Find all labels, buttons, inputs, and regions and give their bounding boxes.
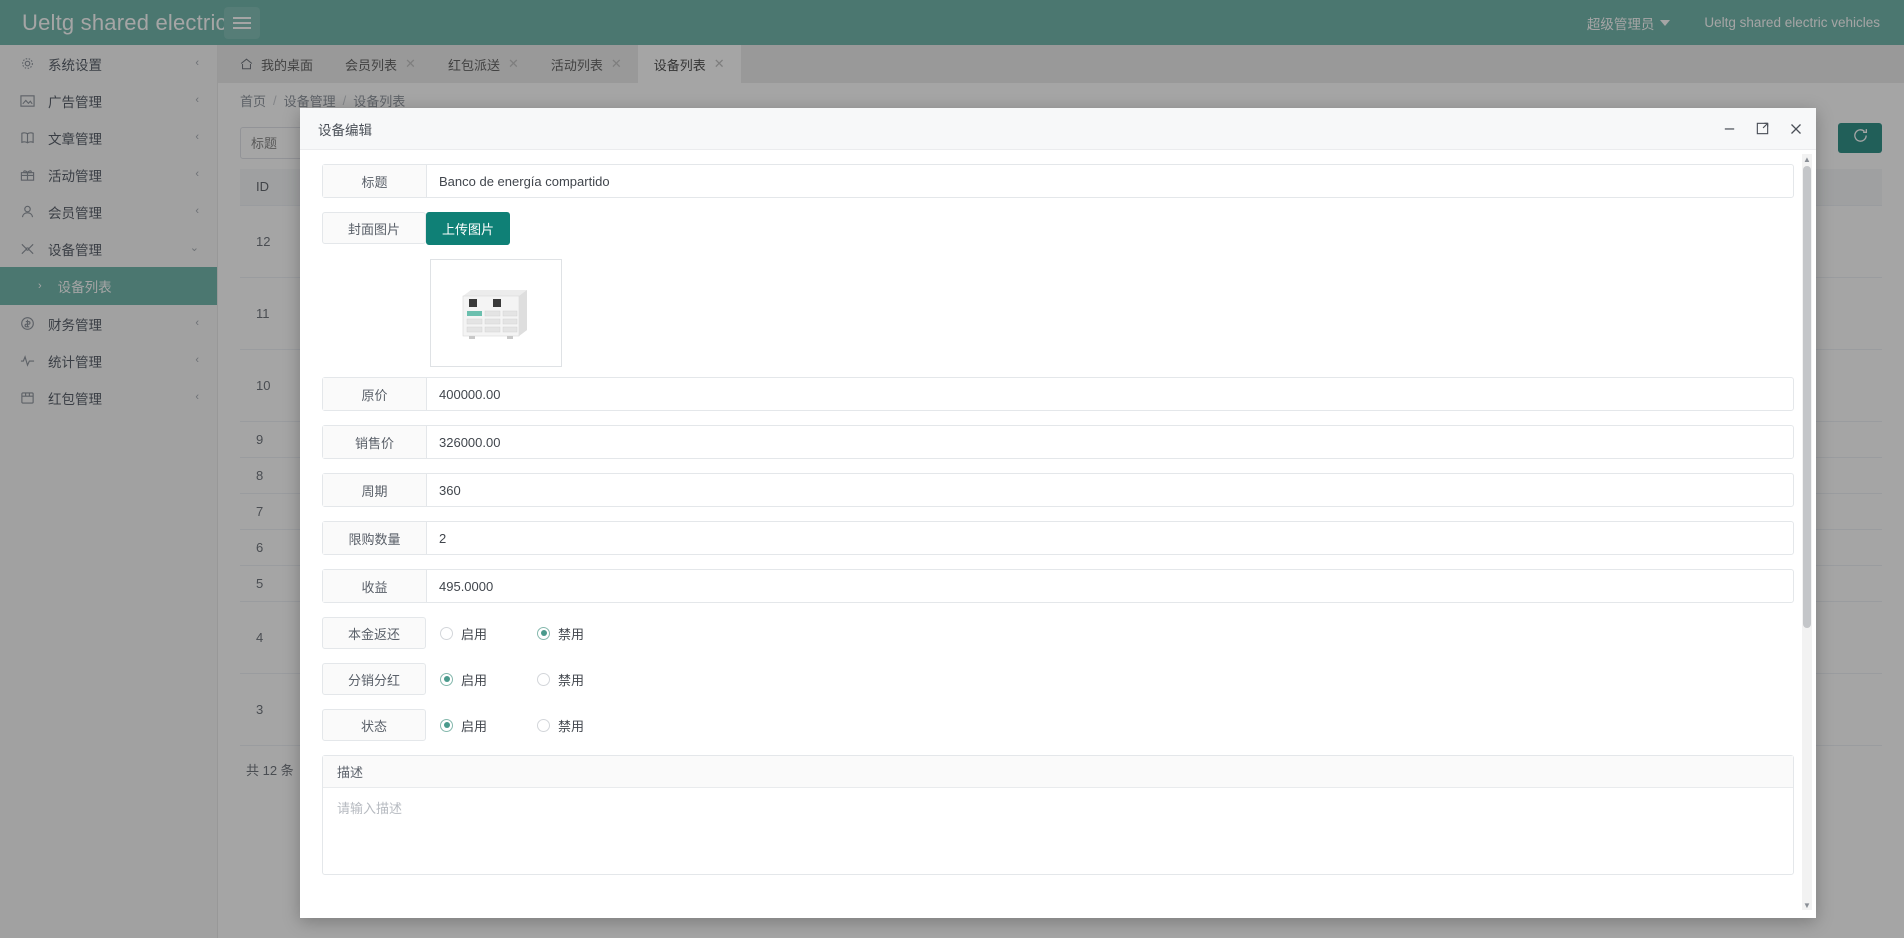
distribution-dividend-radio-group: 启用 禁用 (426, 663, 1794, 695)
dialog-scrollbar[interactable]: ▲ ▼ (1802, 154, 1812, 910)
scroll-down-arrow-icon[interactable]: ▼ (1803, 900, 1811, 910)
radio-option-enable[interactable]: 启用 (426, 624, 487, 643)
radio-dot-icon (440, 718, 453, 732)
radio-option-enable[interactable]: 启用 (426, 670, 487, 689)
radio-dot-icon (537, 672, 551, 686)
radio-group: 启用 禁用 (426, 670, 620, 689)
close-icon[interactable] (1788, 121, 1804, 137)
field-label: 封面图片 (322, 212, 426, 244)
minimize-icon[interactable] (1722, 121, 1737, 136)
device-edit-dialog: 设备编辑 标题 Banco de energía compartido 封面图片… (300, 108, 1816, 918)
maximize-icon[interactable] (1755, 121, 1770, 136)
radio-label: 启用 (461, 718, 488, 734)
field-cycle: 周期 360 (322, 473, 1794, 507)
dialog-header[interactable]: 设备编辑 (300, 108, 1816, 150)
description-label: 描述 (323, 756, 1793, 788)
field-label: 原价 (323, 378, 427, 410)
field-label: 标题 (323, 165, 427, 197)
field-sale-price: 销售价 326000.00 (322, 425, 1794, 459)
radio-label: 禁用 (558, 718, 585, 734)
original-price-input[interactable]: 400000.00 (427, 378, 1793, 410)
field-status: 状态 启用 禁用 (322, 709, 1794, 741)
field-profit: 收益 495.0000 (322, 569, 1794, 603)
field-distribution-dividend: 分销分红 启用 禁用 (322, 663, 1794, 695)
radio-dot-icon (537, 718, 551, 732)
field-principal-return: 本金返还 启用 禁用 (322, 617, 1794, 649)
radio-dot-icon (537, 626, 551, 640)
radio-group: 启用 禁用 (426, 716, 620, 735)
field-limit-quantity: 限购数量 2 (322, 521, 1794, 555)
power-bank-station-icon (443, 272, 549, 354)
dialog-title: 设备编辑 (318, 122, 372, 138)
radio-label: 禁用 (558, 626, 585, 642)
principal-return-radio-group: 启用 禁用 (426, 617, 1794, 649)
description-textarea[interactable]: 请输入描述 (323, 788, 1793, 874)
dialog-controls (1722, 121, 1804, 137)
radio-label: 启用 (461, 626, 488, 642)
cover-upload-area: 上传图片 (426, 212, 1794, 245)
field-title: 标题 Banco de energía compartido (322, 164, 1794, 198)
radio-dot-icon (440, 672, 453, 686)
radio-group: 启用 禁用 (426, 624, 620, 643)
field-label: 收益 (323, 570, 427, 602)
field-label: 分销分红 (322, 663, 426, 695)
field-original-price: 原价 400000.00 (322, 377, 1794, 411)
title-input[interactable]: Banco de energía compartido (427, 165, 1793, 197)
scrollbar-thumb[interactable] (1803, 166, 1811, 628)
radio-label: 启用 (461, 672, 488, 688)
field-label: 状态 (322, 709, 426, 741)
status-radio-group: 启用 禁用 (426, 709, 1794, 741)
field-label: 销售价 (323, 426, 427, 458)
upload-image-button[interactable]: 上传图片 (426, 212, 511, 245)
cover-thumbnail[interactable] (430, 259, 562, 367)
field-label: 限购数量 (323, 522, 427, 554)
scroll-up-arrow-icon[interactable]: ▲ (1803, 154, 1811, 164)
field-cover-image: 封面图片 上传图片 (322, 212, 1794, 245)
cycle-input[interactable]: 360 (427, 474, 1793, 506)
radio-option-disable[interactable]: 禁用 (523, 716, 584, 735)
field-label: 周期 (323, 474, 427, 506)
radio-option-disable[interactable]: 禁用 (523, 670, 584, 689)
field-description: 描述 请输入描述 (322, 755, 1794, 875)
radio-dot-icon (440, 626, 453, 640)
limit-quantity-input[interactable]: 2 (427, 522, 1793, 554)
profit-input[interactable]: 495.0000 (427, 570, 1793, 602)
radio-option-enable[interactable]: 启用 (426, 716, 487, 735)
radio-option-disable[interactable]: 禁用 (523, 624, 584, 643)
field-label: 本金返还 (322, 617, 426, 649)
radio-label: 禁用 (558, 672, 585, 688)
sale-price-input[interactable]: 326000.00 (427, 426, 1793, 458)
dialog-body: 标题 Banco de energía compartido 封面图片 上传图片 (300, 150, 1816, 918)
